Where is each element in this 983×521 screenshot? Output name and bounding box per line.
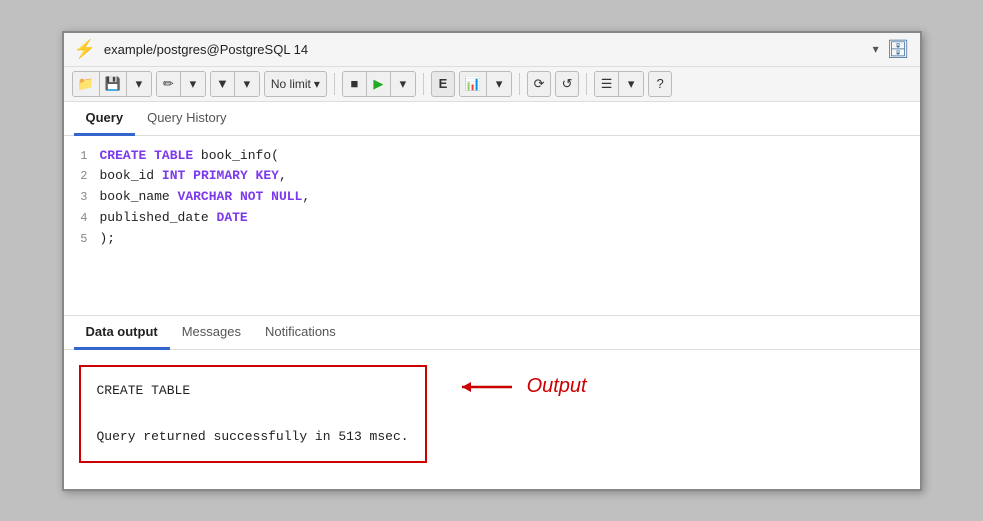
database-icon: 🗄	[887, 39, 910, 60]
stop-button[interactable]: ■	[343, 71, 367, 97]
edit-group: ✏ ▾	[156, 71, 206, 97]
result-tabs: Data output Messages Notifications	[64, 316, 920, 350]
output-box: CREATE TABLE Query returned successfully…	[79, 365, 427, 463]
filter-group: ▼ ▾	[210, 71, 260, 97]
save-dropdown[interactable]: ▾	[127, 71, 151, 97]
run-dropdown[interactable]: ▾	[391, 71, 415, 97]
edit-dropdown[interactable]: ▾	[181, 71, 205, 97]
sql-line-5: 5 );	[64, 229, 920, 250]
connection-icon: ⚡	[74, 39, 96, 60]
tab-notifications[interactable]: Notifications	[253, 316, 348, 350]
explain-button[interactable]: E	[431, 71, 455, 97]
tab-query[interactable]: Query	[74, 102, 136, 136]
tab-messages[interactable]: Messages	[170, 316, 253, 350]
filter-dropdown[interactable]: ▾	[235, 71, 259, 97]
open-button[interactable]: 📁	[73, 71, 100, 97]
tab-data-output[interactable]: Data output	[74, 316, 170, 350]
limit-dropdown[interactable]: No limit ▾	[264, 71, 327, 97]
connection-bar: ⚡ example/postgres@PostgreSQL 14 ▾ 🗄	[64, 33, 920, 67]
chart-button[interactable]: 📊	[460, 71, 487, 97]
chart-dropdown[interactable]: ▾	[487, 71, 511, 97]
sql-line-1: 1 CREATE TABLE book_info(	[64, 146, 920, 167]
edit-button[interactable]: ✏	[157, 71, 181, 97]
macro-group: ☰ ▾	[594, 71, 644, 97]
help-button[interactable]: ?	[648, 71, 672, 97]
run-button[interactable]: ▶	[367, 71, 391, 97]
separator3	[519, 73, 520, 95]
toolbar: 📁 💾 ▾ ✏ ▾ ▼ ▾ No limit ▾ ■ ▶ ▾ E 📊 ▾ ⟳	[64, 67, 920, 102]
open-save-group: 📁 💾 ▾	[72, 71, 152, 97]
arrow-icon	[457, 375, 517, 399]
output-line1: CREATE TABLE	[97, 379, 409, 402]
sql-line-4: 4 published_date DATE	[64, 208, 920, 229]
sql-editor[interactable]: 1 CREATE TABLE book_info( 2 book_id INT …	[64, 136, 920, 316]
separator4	[586, 73, 587, 95]
output-label: Output	[527, 375, 587, 398]
arrow-label-group: Output	[457, 375, 587, 399]
rollback-button[interactable]: ↺	[555, 71, 579, 97]
macro-dropdown[interactable]: ▾	[619, 71, 643, 97]
separator1	[334, 73, 335, 95]
run-stop-group: ■ ▶ ▾	[342, 71, 416, 97]
separator2	[423, 73, 424, 95]
macro-button[interactable]: ☰	[595, 71, 619, 97]
tab-query-history[interactable]: Query History	[135, 102, 238, 136]
output-line2	[97, 402, 409, 425]
save-button[interactable]: 💾	[100, 71, 127, 97]
output-line3: Query returned successfully in 513 msec.	[97, 425, 409, 448]
output-area: CREATE TABLE Query returned successfully…	[64, 350, 920, 478]
commit-button[interactable]: ⟳	[527, 71, 551, 97]
filter-button[interactable]: ▼	[211, 71, 235, 97]
connection-dropdown[interactable]: ▾	[873, 42, 879, 56]
sql-line-2: 2 book_id INT PRIMARY KEY,	[64, 166, 920, 187]
chart-group: 📊 ▾	[459, 71, 512, 97]
sql-line-3: 3 book_name VARCHAR NOT NULL,	[64, 187, 920, 208]
main-window: ⚡ example/postgres@PostgreSQL 14 ▾ 🗄 📁 💾…	[62, 31, 922, 491]
connection-name: example/postgres@PostgreSQL 14	[104, 42, 865, 57]
query-tabs: Query Query History	[64, 102, 920, 136]
